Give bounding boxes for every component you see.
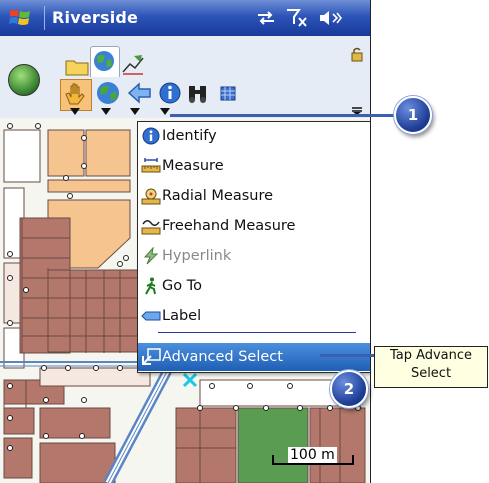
tooltip-line-2: Select [410,366,452,381]
scale-bar-tick [352,455,354,465]
scale-bar-tick [272,455,274,465]
select-arrow-icon [142,348,161,365]
menu-item-hyperlink[interactable]: Hyperlink [138,242,370,270]
grid-icon[interactable] [214,79,242,107]
info-icon[interactable] [156,79,184,107]
menu-item-label: Advanced Select [162,349,283,365]
windows-start-icon[interactable] [8,6,32,30]
lightning-icon [143,247,159,265]
arcpad-logo-icon[interactable] [8,64,40,96]
pan-dropdown-arrow[interactable] [70,108,80,115]
pan-hand-icon [65,83,85,105]
menu-item-label[interactable]: Label [138,302,370,330]
menu-item-advanced-select[interactable]: Advanced Select [138,343,370,371]
map-tab[interactable] [90,46,120,77]
callout-badge-1: 1 [394,96,432,134]
menu-item-label: Freehand Measure [162,218,296,234]
globe-dropdown-arrow[interactable] [101,108,111,115]
menu-separator [158,332,356,333]
pocket-pc-screen: Riverside 100 m Identify Measure Radial … [0,0,371,483]
freehand-ruler-icon [141,220,161,235]
map-tab-icon [94,51,114,71]
ruler-icon [141,158,161,173]
tooltip-line-1: Tap Advance [389,348,473,363]
menu-item-label: Measure [162,158,224,174]
tools-dropdown-arrow[interactable] [160,108,170,115]
menu-item-label: Go To [162,278,202,294]
no-signal-icon[interactable] [286,8,308,28]
title-bar: Riverside [0,0,370,36]
callout-badge-2: 2 [330,370,368,408]
menu-item-go-to[interactable]: Go To [138,272,370,300]
info-icon [142,127,160,145]
menu-item-radial-measure[interactable]: Radial Measure [138,182,370,210]
scale-bar-label: 100 m [288,447,337,463]
menu-item-label: Identify [162,128,217,144]
app-title: Riverside [52,8,139,27]
menu-item-label: Hyperlink [162,248,232,264]
globe-tool-icon[interactable] [94,79,122,107]
tap-advance-select-tooltip: Tap Advance Select [374,346,488,388]
scale-bar-line [272,463,354,465]
volume-icon[interactable] [318,9,342,27]
folder-tab-icon[interactable] [64,52,90,80]
map-toolbar [0,36,370,119]
back-arrow-icon[interactable] [126,79,154,107]
callout-2-line [320,354,378,357]
walking-person-icon [145,277,156,295]
map-scale-bar: 100 m [272,447,354,466]
radial-ruler-icon [141,188,161,205]
menu-item-identify[interactable]: Identify [138,122,370,150]
title-separator [44,6,45,30]
menu-item-label: Radial Measure [162,188,274,204]
binoculars-icon[interactable] [184,79,212,107]
callout-1-line [170,114,400,117]
label-icon [141,311,161,321]
tools-menu: Identify Measure Radial Measure Freehand… [137,121,370,373]
menu-item-measure[interactable]: Measure [138,152,370,180]
pan-tool-button[interactable] [60,79,92,111]
menu-item-label-text: Label [162,308,202,324]
lock-icon[interactable] [350,46,364,62]
menu-item-freehand-measure[interactable]: Freehand Measure [138,212,370,240]
connectivity-icon[interactable] [256,10,276,26]
back-dropdown-arrow[interactable] [130,108,140,115]
draw-tab-icon[interactable] [120,50,146,78]
